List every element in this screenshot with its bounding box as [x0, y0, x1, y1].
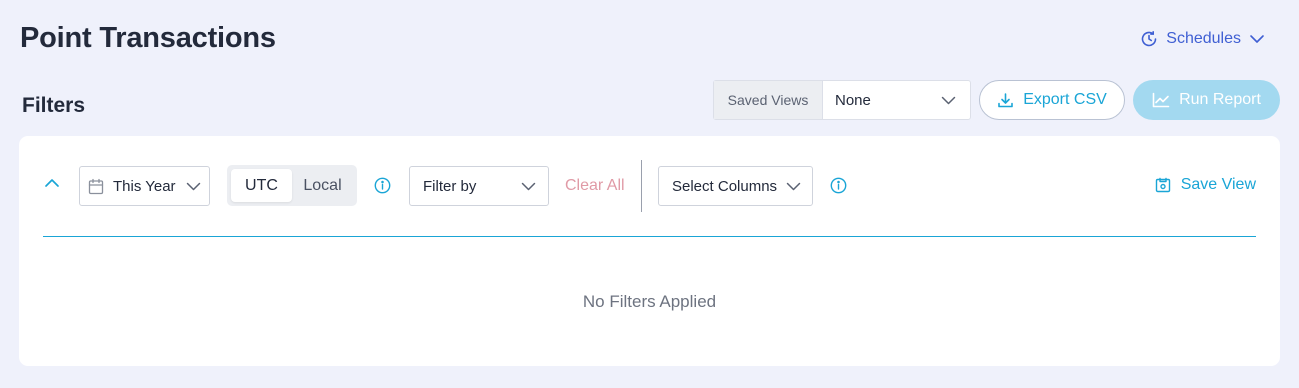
saved-views-select[interactable]: None	[823, 81, 970, 119]
filter-by-select[interactable]: Filter by	[409, 166, 549, 206]
filter-by-label: Filter by	[423, 177, 477, 195]
chevron-down-icon	[186, 182, 201, 191]
date-range-select[interactable]: This Year	[79, 166, 210, 206]
date-range-value: This Year	[113, 177, 176, 195]
chevron-down-icon	[941, 96, 956, 105]
save-view-button[interactable]: Save View	[1155, 176, 1256, 194]
empty-filters-message: No Filters Applied	[582, 292, 717, 311]
schedules-label: Schedules	[1166, 30, 1241, 47]
saved-views-label: Saved Views	[714, 81, 823, 119]
export-csv-label: Export CSV	[1023, 91, 1107, 108]
chevron-down-icon	[521, 182, 536, 191]
schedules-dropdown[interactable]: Schedules	[1140, 30, 1265, 48]
run-report-button[interactable]: Run Report	[1133, 80, 1280, 120]
filters-card: This Year UTC Local Filter by Clear All …	[19, 136, 1280, 366]
timezone-option-local[interactable]: Local	[292, 169, 353, 202]
schedule-clock-icon	[1140, 30, 1158, 48]
filters-divider	[43, 236, 1256, 237]
toolbar-divider	[641, 160, 642, 212]
page-title: Point Transactions	[20, 22, 276, 54]
chevron-down-icon	[786, 182, 801, 191]
saved-views-control: Saved Views None	[713, 80, 971, 120]
timezone-option-utc[interactable]: UTC	[231, 169, 292, 202]
export-csv-button[interactable]: Export CSV	[979, 80, 1125, 120]
timezone-toggle: UTC Local	[227, 165, 357, 206]
save-view-icon	[1155, 177, 1171, 193]
calendar-icon	[88, 178, 104, 195]
info-circle-icon[interactable]	[374, 177, 391, 194]
run-report-label: Run Report	[1179, 91, 1261, 108]
chevron-up-icon[interactable]	[44, 178, 60, 188]
save-view-label: Save View	[1180, 176, 1256, 193]
download-icon	[997, 92, 1014, 109]
select-columns-label: Select Columns	[672, 177, 778, 195]
chevron-down-icon	[1249, 34, 1265, 44]
saved-views-value: None	[835, 91, 871, 109]
filters-title: Filters	[22, 94, 86, 117]
trend-chart-icon	[1152, 92, 1170, 108]
clear-all-link[interactable]: Clear All	[565, 177, 625, 195]
info-circle-icon[interactable]	[830, 177, 847, 194]
select-columns-select[interactable]: Select Columns	[658, 166, 813, 206]
